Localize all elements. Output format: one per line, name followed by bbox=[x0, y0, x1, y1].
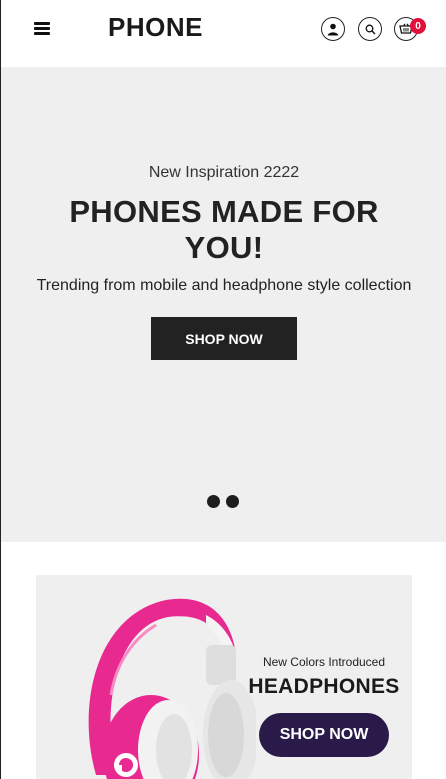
search-icon[interactable] bbox=[358, 17, 382, 41]
menu-icon[interactable] bbox=[34, 21, 50, 35]
cart-count-badge: 0 bbox=[410, 18, 426, 34]
promo-title: HEADPHONES bbox=[248, 675, 400, 698]
headphones-promo-banner: New Colors Introduced HEADPHONES SHOP NO… bbox=[36, 575, 412, 779]
promo-shop-now-button[interactable]: SHOP NOW bbox=[259, 713, 389, 757]
hero-subtitle: New Inspiration 2222 bbox=[148, 164, 300, 181]
hero-slider: New Inspiration 2222 PHONES MADE FOR YOU… bbox=[1, 67, 446, 542]
hero-shop-now-button[interactable]: SHOP NOW bbox=[151, 317, 297, 360]
slider-dot[interactable] bbox=[207, 495, 220, 508]
site-logo[interactable]: PHONE bbox=[108, 12, 203, 43]
slider-dot[interactable] bbox=[226, 495, 239, 508]
user-icon[interactable] bbox=[321, 17, 345, 41]
headphones-image bbox=[88, 598, 256, 779]
hero-title: PHONES MADE FOR YOU! bbox=[69, 194, 379, 265]
promo-subtitle: New Colors Introduced bbox=[262, 655, 386, 669]
slider-pagination bbox=[207, 495, 239, 509]
hero-description: Trending from mobile and headphone style… bbox=[36, 277, 412, 294]
site-header: PHONE 0 bbox=[1, 0, 446, 67]
